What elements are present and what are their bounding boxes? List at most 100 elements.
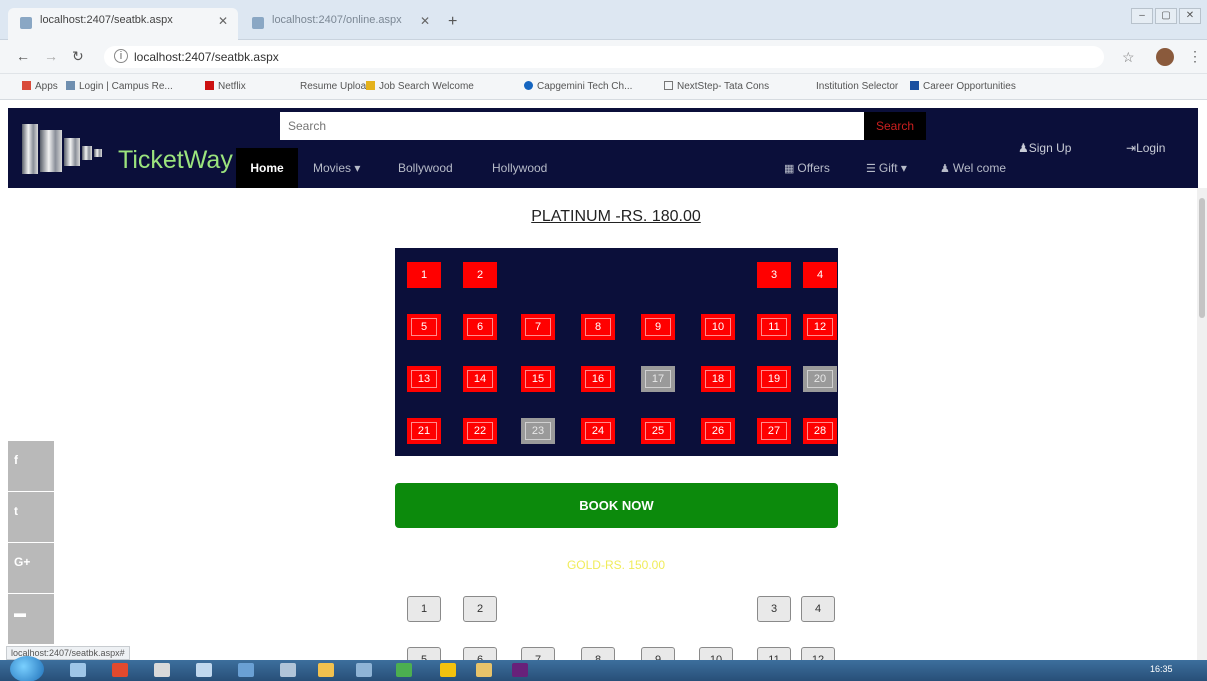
scrollbar-thumb[interactable] [1199,198,1205,318]
start-button-icon[interactable] [10,656,44,681]
tab-title: localhost:2407/online.aspx [272,14,402,26]
app-icon[interactable] [280,663,296,677]
bookmark-item[interactable]: Capgemini Tech Ch... [524,81,632,92]
forward-arrow-icon[interactable]: → [44,48,58,64]
url-field[interactable]: i localhost:2407/seatbk.aspx [104,46,1104,68]
nav-welcome[interactable]: ♟ Wel come [940,161,1006,175]
close-tab-icon[interactable]: ✕ [218,14,228,28]
seat-28[interactable]: 28 [803,418,837,444]
nav-home[interactable]: Home [236,148,298,188]
book-now-button[interactable]: BOOK NOW [395,483,838,528]
seat-3[interactable]: 3 [757,262,791,288]
bookmark-item[interactable]: Resume Upload [300,81,372,92]
more-menu-icon[interactable]: ⋮ [1188,48,1202,65]
maximize-icon[interactable]: ▢ [1155,8,1177,24]
browser-tab-inactive[interactable]: localhost:2407/online.aspx ✕ [240,8,440,40]
seat-18[interactable]: 18 [701,366,735,392]
clock: 16:35 [1150,664,1173,674]
back-arrow-icon[interactable]: ← [16,48,30,64]
seat-4[interactable]: 4 [803,262,837,288]
profile-avatar[interactable] [1156,48,1174,66]
bookmark-star-icon[interactable]: ☆ [1122,49,1135,66]
seat-24[interactable]: 24 [581,418,615,444]
site-info-icon[interactable]: i [114,49,128,63]
gold-seat-1[interactable]: 1 [407,596,441,622]
bookmark-item[interactable]: Career Opportunities [910,81,1016,92]
facebook-icon[interactable]: f [8,441,54,491]
seat-14[interactable]: 14 [463,366,497,392]
seat-map: 1 2 3 4 5 6 7 8 9 10 11 12 13 14 15 16 17 18 19 20 21 22 23 24 2… [395,248,838,456]
search-button[interactable]: Search [864,112,926,140]
app-icon[interactable] [396,663,412,677]
seat-9[interactable]: 9 [641,314,675,340]
bookmark-apps[interactable]: Apps [22,81,58,92]
app-icon[interactable] [196,663,212,677]
close-tab-icon[interactable]: ✕ [420,14,430,28]
brand-name[interactable]: TicketWay [118,146,233,175]
bookmark-item[interactable]: Login | Campus Re... [66,81,173,92]
seat-21[interactable]: 21 [407,418,441,444]
gold-seat-2[interactable]: 2 [463,596,497,622]
seat-7[interactable]: 7 [521,314,555,340]
sign-up-link[interactable]: ♟Sign Up [1018,141,1071,155]
seat-23[interactable]: 23 [521,418,555,444]
chrome-icon[interactable] [440,663,456,677]
login-link[interactable]: ⇥Login [1126,141,1165,155]
bookmark-item[interactable]: NextStep- Tata Cons [664,81,769,92]
netflix-icon [205,81,214,90]
gold-seat-3[interactable]: 3 [757,596,791,622]
career-icon [910,81,919,90]
new-tab-icon[interactable]: + [448,13,457,31]
app-icon[interactable] [318,663,334,677]
minimize-icon[interactable]: – [1131,8,1153,24]
gold-seat-4[interactable]: 4 [801,596,835,622]
nav-bollywood[interactable]: Bollywood [398,161,453,175]
seat-19[interactable]: 19 [757,366,791,392]
seat-20[interactable]: 20 [803,366,837,392]
nav-offers[interactable]: ▦ Offers [784,161,830,175]
seat-15[interactable]: 15 [521,366,555,392]
seat-27[interactable]: 27 [757,418,791,444]
nav-movies-dropdown[interactable]: Movies ▾ [313,161,360,175]
tab-title: localhost:2407/seatbk.aspx [40,14,173,26]
site-header: TicketWay Search Home Movies ▾ Bollywood… [8,108,1198,188]
browser-tab-bar: localhost:2407/seatbk.aspx ✕ localhost:2… [0,0,1207,40]
bookmark-item[interactable]: Netflix [205,81,246,92]
youtube-icon[interactable]: ▬ [8,594,54,644]
seat-8[interactable]: 8 [581,314,615,340]
browser-tab-active[interactable]: localhost:2407/seatbk.aspx ✕ [8,8,238,40]
login-icon: ⇥ [1126,141,1137,155]
seat-1[interactable]: 1 [407,262,441,288]
explorer-icon[interactable] [70,663,86,677]
google-plus-icon[interactable]: G+ [8,543,54,593]
film-reel-logo-icon [22,124,102,174]
seat-6[interactable]: 6 [463,314,497,340]
seat-17[interactable]: 17 [641,366,675,392]
twitter-icon[interactable]: t [8,492,54,542]
seat-25[interactable]: 25 [641,418,675,444]
reload-icon[interactable]: ↻ [72,48,84,65]
search-input[interactable] [280,112,864,140]
page-favicon-icon [20,17,32,29]
seat-16[interactable]: 16 [581,366,615,392]
app-icon[interactable] [154,663,170,677]
app-icon[interactable] [238,663,254,677]
seat-22[interactable]: 22 [463,418,497,444]
seat-5[interactable]: 5 [407,314,441,340]
visual-studio-icon[interactable] [512,663,528,677]
office-icon[interactable] [112,663,128,677]
seat-2[interactable]: 2 [463,262,497,288]
app-icon[interactable] [476,663,492,677]
window-close-icon[interactable]: ✕ [1179,8,1201,24]
seat-13[interactable]: 13 [407,366,441,392]
seat-12[interactable]: 12 [803,314,837,340]
bookmark-item[interactable]: Institution Selector [816,81,898,92]
seat-11[interactable]: 11 [757,314,791,340]
app-icon[interactable] [356,663,372,677]
nav-hollywood[interactable]: Hollywood [492,161,547,175]
window-controls: – ▢ ✕ [1131,8,1201,24]
nav-gift-dropdown[interactable]: ☰ Gift ▾ [866,161,907,175]
bookmark-item[interactable]: Job Search Welcome [366,81,474,92]
seat-26[interactable]: 26 [701,418,735,444]
seat-10[interactable]: 10 [701,314,735,340]
